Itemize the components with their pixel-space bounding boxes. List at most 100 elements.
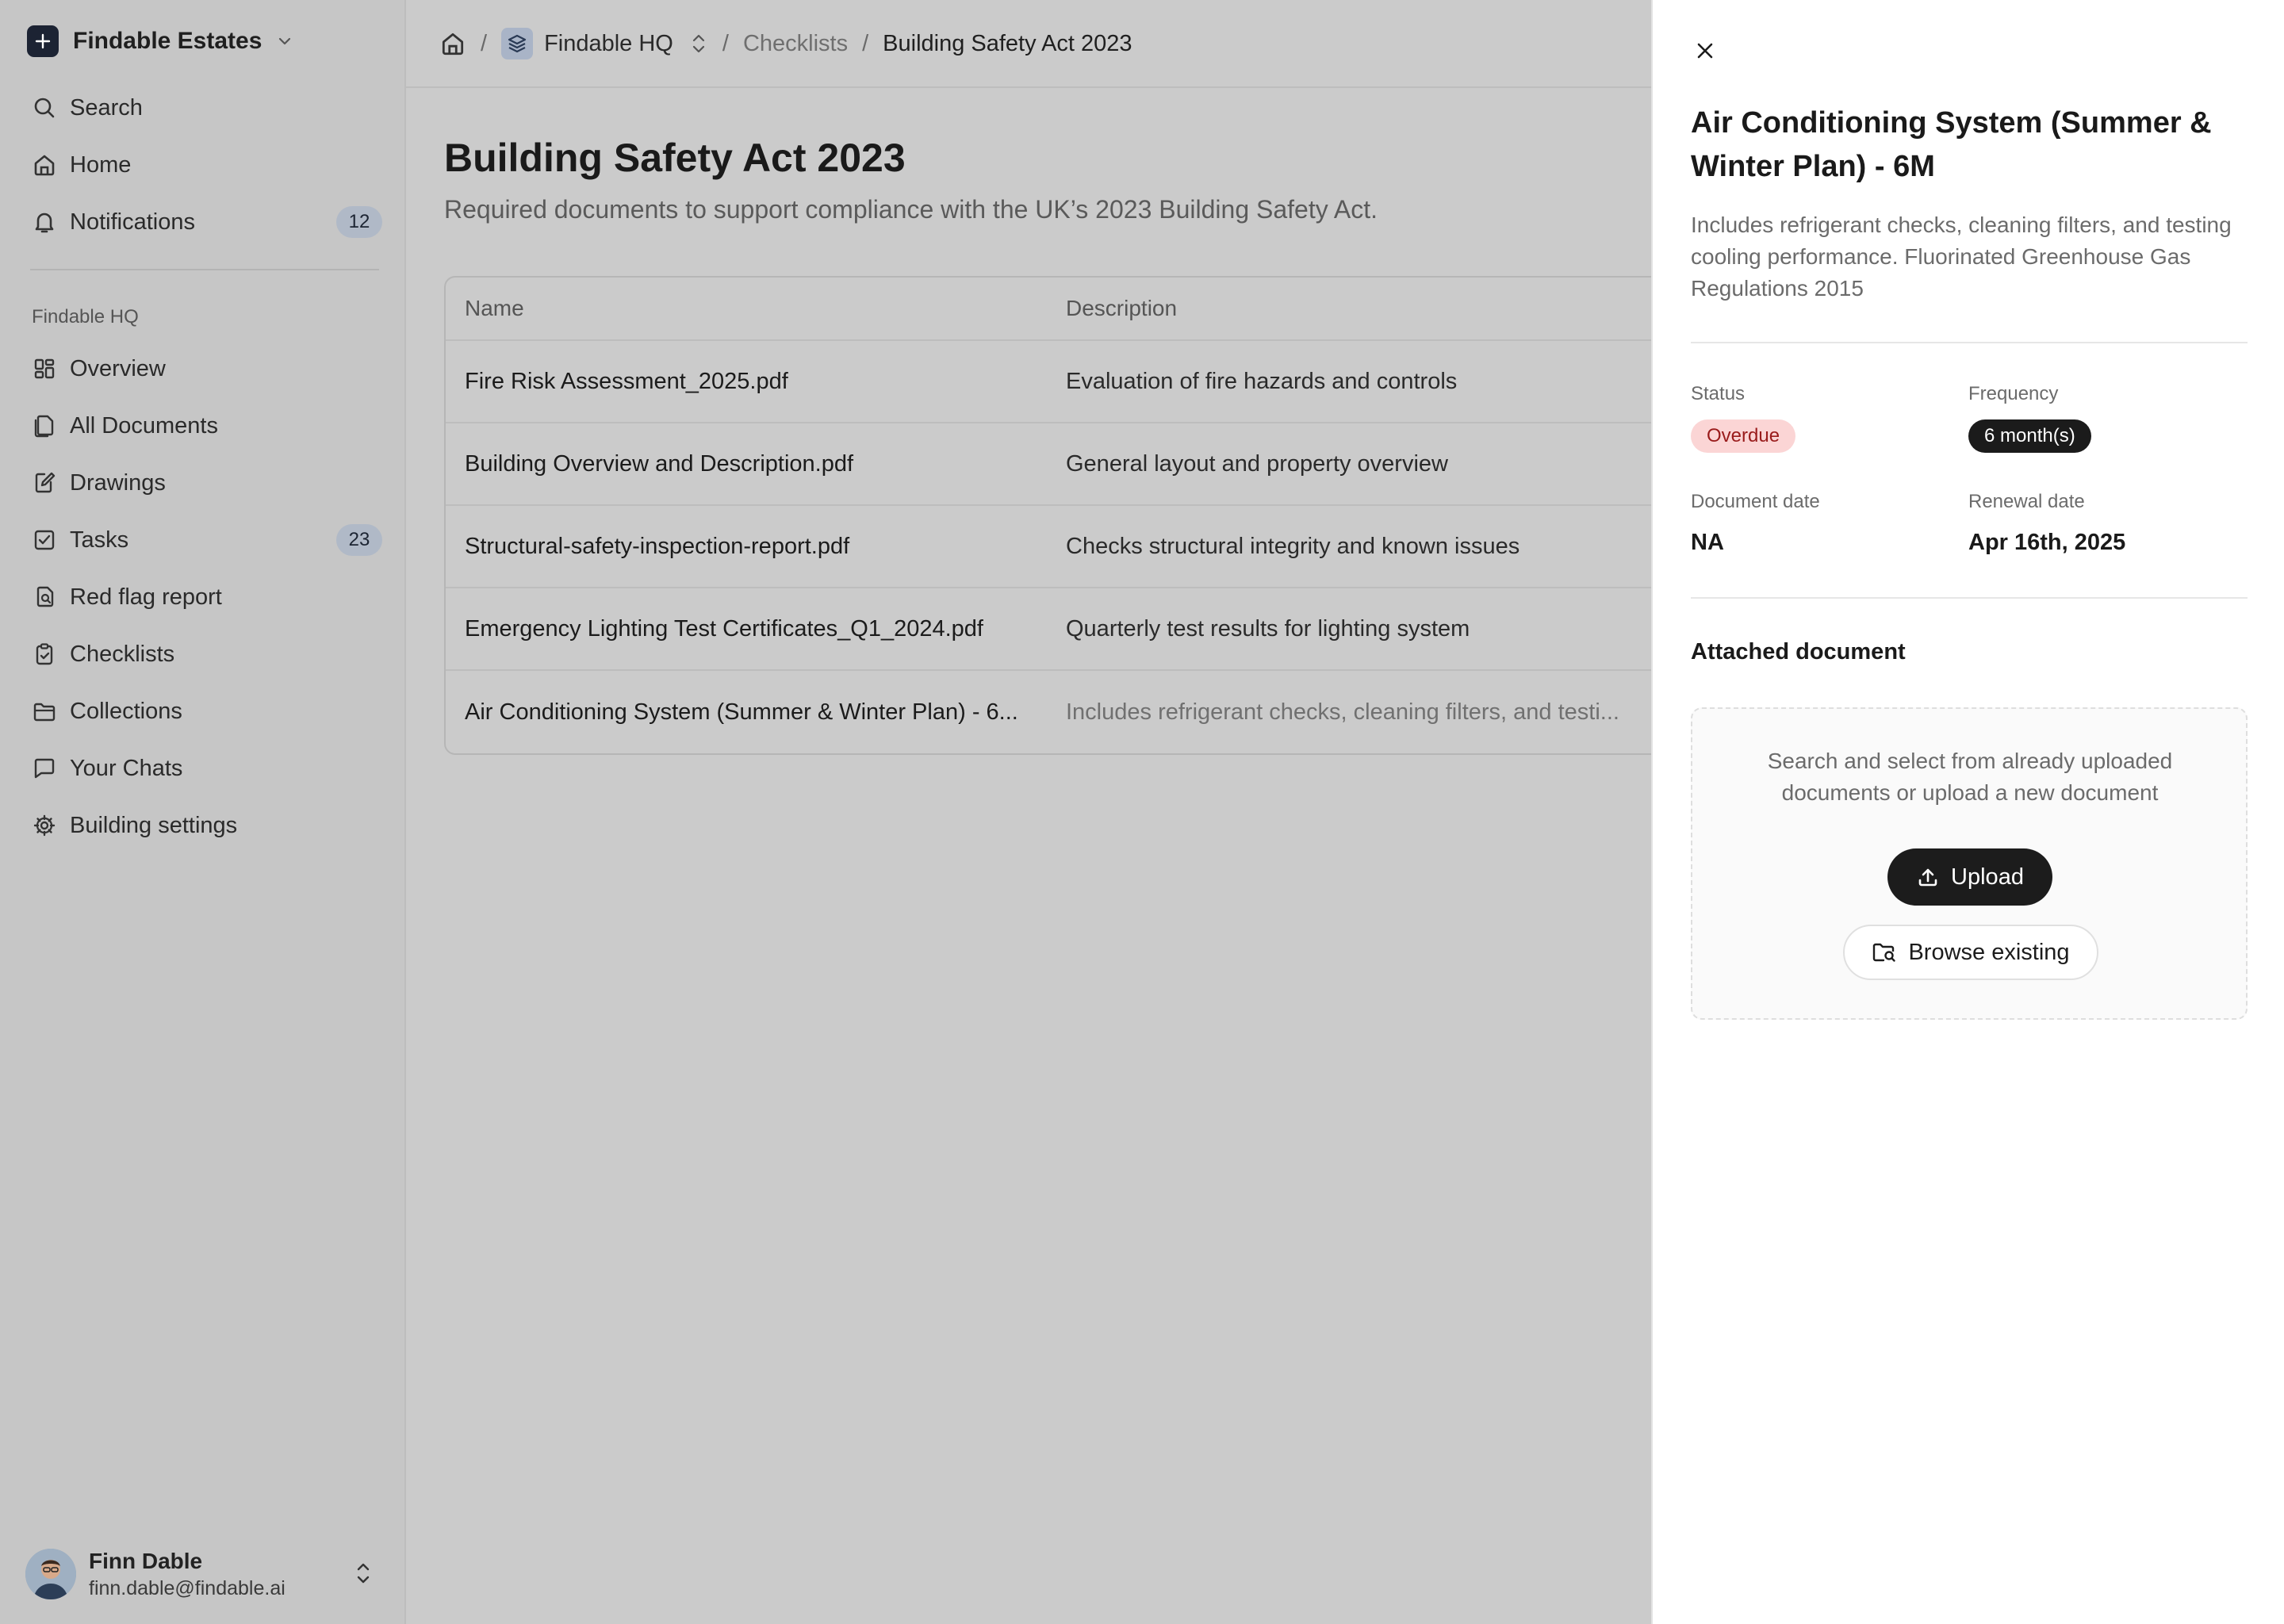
sidebar-item-label: All Documents [70,412,218,439]
attached-document-heading: Attached document [1691,639,1906,665]
sidebar-item-building-settings[interactable]: Building settings [30,803,384,848]
renewal-date-value: Apr 16th, 2025 [1968,530,2126,555]
main-content: / Findable HQ / Checklists / Building Sa… [406,0,1665,1624]
org-switcher[interactable]: Findable Estates [27,22,293,60]
sidebar-item-drawings[interactable]: Drawings [30,461,384,505]
sidebar-item-overview[interactable]: Overview [30,347,384,391]
frequency-badge: 6 month(s) [1968,419,2091,453]
breadcrumb-current: Building Safety Act 2023 [883,30,1132,56]
chevron-up-down-icon[interactable] [689,31,708,56]
sidebar-item-collections[interactable]: Collections [30,689,384,733]
column-header-name[interactable]: Name [465,296,1052,321]
panel-divider [1691,597,2248,599]
upload-button[interactable]: Upload [1887,848,2052,906]
sidebar-item-tasks[interactable]: Tasks 23 [30,518,384,562]
column-header-description[interactable]: Description [1066,296,1645,321]
sidebar-item-label: Drawings [70,469,166,496]
panel-description: Includes refrigerant checks, cleaning fi… [1691,213,2232,301]
tasks-icon [30,526,59,554]
sidebar-item-red-flag-report[interactable]: Red flag report [30,575,384,619]
sidebar-item-notifications[interactable]: Notifications 12 [30,200,384,244]
user-name: Finn Dable [89,1548,203,1573]
panel-divider [1691,342,2248,343]
status-badge: Overdue [1691,419,1796,453]
frequency-label: Frequency [1968,383,2059,404]
table-header: Name Description [446,278,1664,341]
sidebar-item-label: Building settings [70,812,238,838]
breadcrumb-separator: / [722,30,729,56]
row-description: Includes refrigerant checks, cleaning fi… [1066,699,1619,725]
row-name: Air Conditioning System (Summer & Winter… [465,699,1018,725]
row-name: Emergency Lighting Test Certificates_Q1_… [465,615,983,642]
drawings-icon [30,469,59,497]
browse-existing-button[interactable]: Browse existing [1843,925,2098,980]
sidebar-item-label: Collections [70,698,182,724]
row-description: General layout and property overview [1066,450,1448,477]
chat-icon [30,754,59,783]
table-row-selected[interactable]: Air Conditioning System (Summer & Winter… [446,671,1664,753]
document-date-label: Document date [1691,491,1820,512]
row-name: Structural-safety-inspection-report.pdf [465,533,850,559]
breadcrumb-workspace[interactable]: Findable HQ [544,31,673,57]
overview-icon [30,354,59,383]
red-flag-report-icon [30,583,59,611]
upload-icon [1916,865,1940,889]
table-row[interactable]: Structural-safety-inspection-report.pdf … [446,506,1664,588]
gear-icon [30,811,59,840]
section-label: Findable HQ [32,306,139,327]
breadcrumb-checklists[interactable]: Checklists [743,31,848,57]
page-title: Building Safety Act 2023 [444,136,906,180]
renewal-date-label: Renewal date [1968,491,2085,512]
sidebar-item-label: Tasks [70,527,129,553]
org-name: Findable Estates [73,28,263,54]
page-subtitle: Required documents to support compliance… [444,195,1378,224]
chevron-down-icon [276,33,293,50]
home-icon[interactable] [439,30,466,57]
browse-existing-label: Browse existing [1908,939,2070,965]
sidebar-item-checklists[interactable]: Checklists [30,632,384,676]
sidebar-item-label: Home [70,151,132,178]
sidebar-item-label: Your Chats [70,755,183,781]
sidebar-item-home[interactable]: Home [30,143,384,187]
layers-icon [501,28,534,59]
chevron-up-down-icon [351,1559,376,1588]
documents-icon [30,412,59,440]
sidebar-item-search[interactable]: Search [30,86,384,130]
notification-count-badge: 12 [336,206,382,238]
user-menu[interactable]: Finn Dable finn.dable@findable.ai [25,1546,384,1602]
folder-search-icon [1872,940,1897,964]
close-icon[interactable] [1691,36,1719,65]
checklist-icon [30,640,59,668]
sidebar: Findable Estates Search Home Notificatio… [0,0,406,1624]
search-icon [30,94,59,122]
document-date-value: NA [1691,530,1724,555]
detail-panel: Air Conditioning System (Summer & Winter… [1651,0,2284,1624]
breadcrumb-separator: / [862,30,869,56]
table-row[interactable]: Emergency Lighting Test Certificates_Q1_… [446,588,1664,671]
tasks-count-badge: 23 [336,524,382,556]
bell-icon [30,208,59,236]
dropzone-text: Search and select from already uploaded … [1767,749,2173,805]
sidebar-item-your-chats[interactable]: Your Chats [30,746,384,791]
document-dropzone[interactable]: Search and select from already uploaded … [1691,707,2248,1020]
sidebar-item-label: Notifications [70,209,195,235]
home-icon [30,151,59,179]
sidebar-item-all-documents[interactable]: All Documents [30,404,384,448]
breadcrumb-separator: / [481,30,488,56]
upload-button-label: Upload [1951,864,2024,890]
documents-table: Name Description Fire Risk Assessment_20… [444,276,1665,755]
row-description: Evaluation of fire hazards and controls [1066,368,1458,394]
sidebar-item-label: Checklists [70,641,175,667]
sidebar-item-label: Search [70,94,143,121]
top-bar: / Findable HQ / Checklists / Building Sa… [406,0,1651,88]
table-row[interactable]: Building Overview and Description.pdf Ge… [446,423,1664,506]
table-row[interactable]: Fire Risk Assessment_2025.pdf Evaluation… [446,341,1664,423]
row-description: Checks structural integrity and known is… [1066,533,1520,559]
breadcrumb: / Findable HQ / Checklists / Building Sa… [439,24,1132,63]
user-email: finn.dable@findable.ai [89,1576,286,1599]
avatar [25,1549,76,1599]
status-label: Status [1691,383,1746,404]
panel-title: Air Conditioning System (Summer & Winter… [1691,106,2212,183]
org-logo-icon [27,25,59,57]
row-description: Quarterly test results for lighting syst… [1066,615,1470,642]
